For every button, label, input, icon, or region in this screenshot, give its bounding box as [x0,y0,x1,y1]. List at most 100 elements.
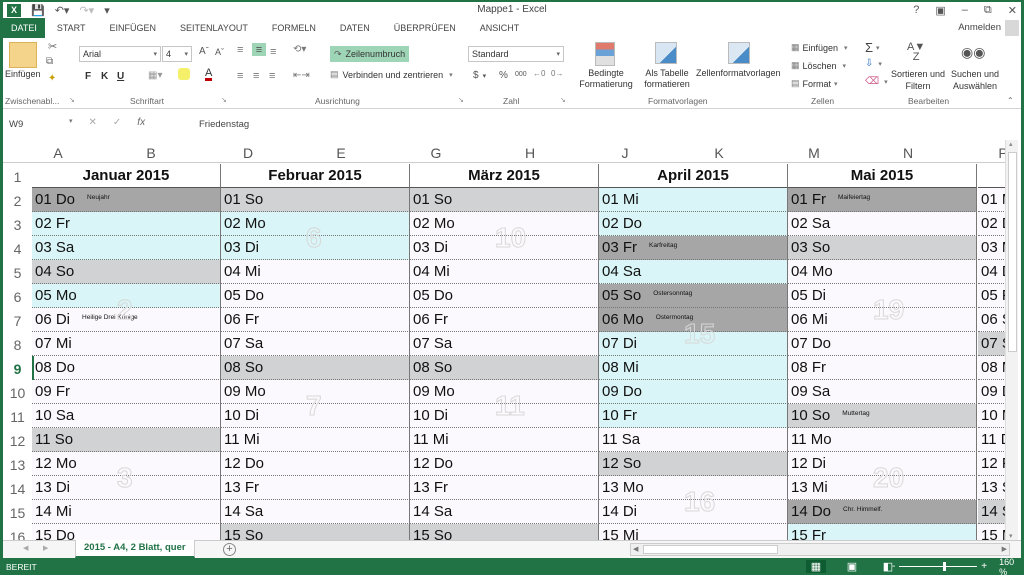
alignment-launcher-icon[interactable]: ↘ [458,96,464,104]
tab-seitenlayout[interactable]: SEITENLAYOUT [168,18,260,38]
tab-start[interactable]: START [45,18,98,38]
month-header[interactable]: Mai 2015 [788,164,977,188]
align-top-icon[interactable]: ≡ [237,44,243,56]
row-header-15[interactable]: 15 [3,500,32,524]
row-header-4[interactable]: 4 [3,236,32,260]
paste-button[interactable]: Einfügen [5,69,41,79]
zoom-slider[interactable] [899,562,978,571]
column-header-k[interactable]: K [709,140,729,163]
month-header[interactable]: April 2015 [599,164,788,188]
day-cell[interactable]: 04 D [978,260,1005,284]
autosum-icon[interactable]: Σ ▾ [865,40,880,55]
row-header-7[interactable]: 7 [3,308,32,332]
underline-button[interactable]: U [117,71,124,82]
orientation-icon[interactable]: ⟲▾ [293,44,306,55]
day-cell[interactable]: 05 F [978,284,1005,308]
enter-icon[interactable]: ✓ [113,117,121,128]
font-size-combo[interactable]: 4 ▾ [162,46,192,62]
font-color-icon[interactable]: A [205,68,213,81]
day-cell[interactable]: 13 Fr [410,476,599,500]
vertical-scroll-thumb[interactable] [1008,152,1017,352]
find-select-icon[interactable]: ◉◉ [961,44,985,61]
day-cell[interactable]: 11 Mi [410,428,599,452]
restore-icon[interactable]: ⧉ [984,4,992,17]
row-header-12[interactable]: 12 [3,428,32,452]
day-cell[interactable]: 08 So [221,356,410,380]
insert-cells-button[interactable]: ▦ Einfügen ▾ [791,42,848,53]
clear-icon[interactable]: ⌫ ▾ [865,76,888,87]
align-left-icon[interactable]: ≡ [237,70,243,82]
horizontal-scroll-thumb[interactable] [643,545,778,554]
row-header-6[interactable]: 6 [3,284,32,308]
grow-font-icon[interactable]: Aˉ [199,46,209,57]
day-cell[interactable]: 11 D [978,428,1005,452]
scroll-right-icon[interactable]: ▶ [1002,545,1007,553]
conditional-formatting-icon[interactable] [595,42,615,66]
column-header-h[interactable]: H [520,140,540,163]
currency-button[interactable]: $ ▾ [473,70,486,81]
day-cell[interactable]: 11 Mo [788,428,977,452]
row-header-8[interactable]: 8 [3,332,32,356]
day-cell[interactable]: 13 S [978,476,1005,500]
column-header-d[interactable]: D [238,140,258,163]
shrink-font-icon[interactable]: Aˇ [215,47,224,57]
zoom-in-button[interactable]: + [981,561,987,572]
day-cell[interactable]: 13 Fr [221,476,410,500]
row-header-1[interactable]: 1 [3,164,32,188]
day-cell[interactable]: 04 Sa [599,260,788,284]
sign-in-link[interactable]: Anmelden [958,22,1001,33]
name-box[interactable]: W9 [9,119,23,130]
day-cell[interactable]: 05 Do [410,284,599,308]
zoom-out-button[interactable]: - [892,561,895,572]
day-cell[interactable]: 12 Do [410,452,599,476]
align-center-icon[interactable]: ≡ [253,70,259,82]
sort-filter-button[interactable]: Sortieren und Filtern [889,68,947,92]
day-cell[interactable]: 02 Do [599,212,788,236]
month-header[interactable]: Februar 2015 [221,164,410,188]
row-header-13[interactable]: 13 [3,452,32,476]
insert-function-icon[interactable]: fx [137,117,145,128]
vertical-scrollbar[interactable]: ▴ ▾ [1005,140,1018,540]
day-cell[interactable]: 02 D [978,212,1005,236]
day-cell[interactable]: 10 Sa [32,404,221,428]
tab-formeln[interactable]: FORMELN [260,18,328,38]
day-cell[interactable]: 08 M [978,356,1005,380]
day-cell[interactable]: 08 Mi [599,356,788,380]
day-cell[interactable]: 04 So [32,260,221,284]
worksheet-grid[interactable]: A B D E G H J K M N P 1 2 3 4 5 6 7 8 9 10 11 12 13 14 15 16 Januar… [3,140,1005,540]
format-cells-button[interactable]: ▤ Format ▾ [791,78,838,89]
day-cell[interactable]: 05 Do [221,284,410,308]
day-cell[interactable]: 09 Do [599,380,788,404]
day-cell[interactable]: 03 M [978,236,1005,260]
day-cell[interactable]: 15 Mi [599,524,788,540]
name-box-dropdown-icon[interactable]: ▾ [69,117,73,128]
day-cell[interactable]: 10 Fr [599,404,788,428]
close-icon[interactable]: ✕ [1008,4,1017,17]
fill-icon[interactable]: ⇩ ▾ [865,58,882,69]
day-cell[interactable]: 01 M [978,188,1005,212]
day-cell[interactable]: 10 M [978,404,1005,428]
wrap-text-button[interactable]: ↷ Zeilenumbruch [330,46,410,62]
row-header-9[interactable]: 9 [3,356,32,380]
day-cell[interactable]: 12 Do [221,452,410,476]
day-cell[interactable]: 04 Mi [221,260,410,284]
tab-ansicht[interactable]: ANSICHT [468,18,532,38]
column-header-e[interactable]: E [331,140,351,163]
decrease-decimal-icon[interactable]: 0→ [551,69,563,78]
cell-styles-icon[interactable] [728,42,750,64]
day-cell[interactable]: 01 Do Neujahr [32,188,221,212]
sort-filter-icon[interactable]: A▼ Z [907,42,925,63]
avatar[interactable] [1005,20,1019,36]
sheet-tab[interactable]: 2015 - A4, 2 Blatt, quer [75,540,195,558]
day-cell[interactable]: 10 So Muttertag [788,404,977,428]
day-cell[interactable]: 15 Fr [788,524,977,540]
day-cell[interactable]: 07 S [978,332,1005,356]
day-cell[interactable]: 08 Do [32,356,221,380]
day-cell[interactable]: 07 Sa [221,332,410,356]
row-header-14[interactable]: 14 [3,476,32,500]
row-header-16[interactable]: 16 [3,524,32,540]
row-header-5[interactable]: 5 [3,260,32,284]
day-cell[interactable]: 12 So [599,452,788,476]
day-cell[interactable]: 08 Fr [788,356,977,380]
column-header-b[interactable]: B [141,140,161,163]
